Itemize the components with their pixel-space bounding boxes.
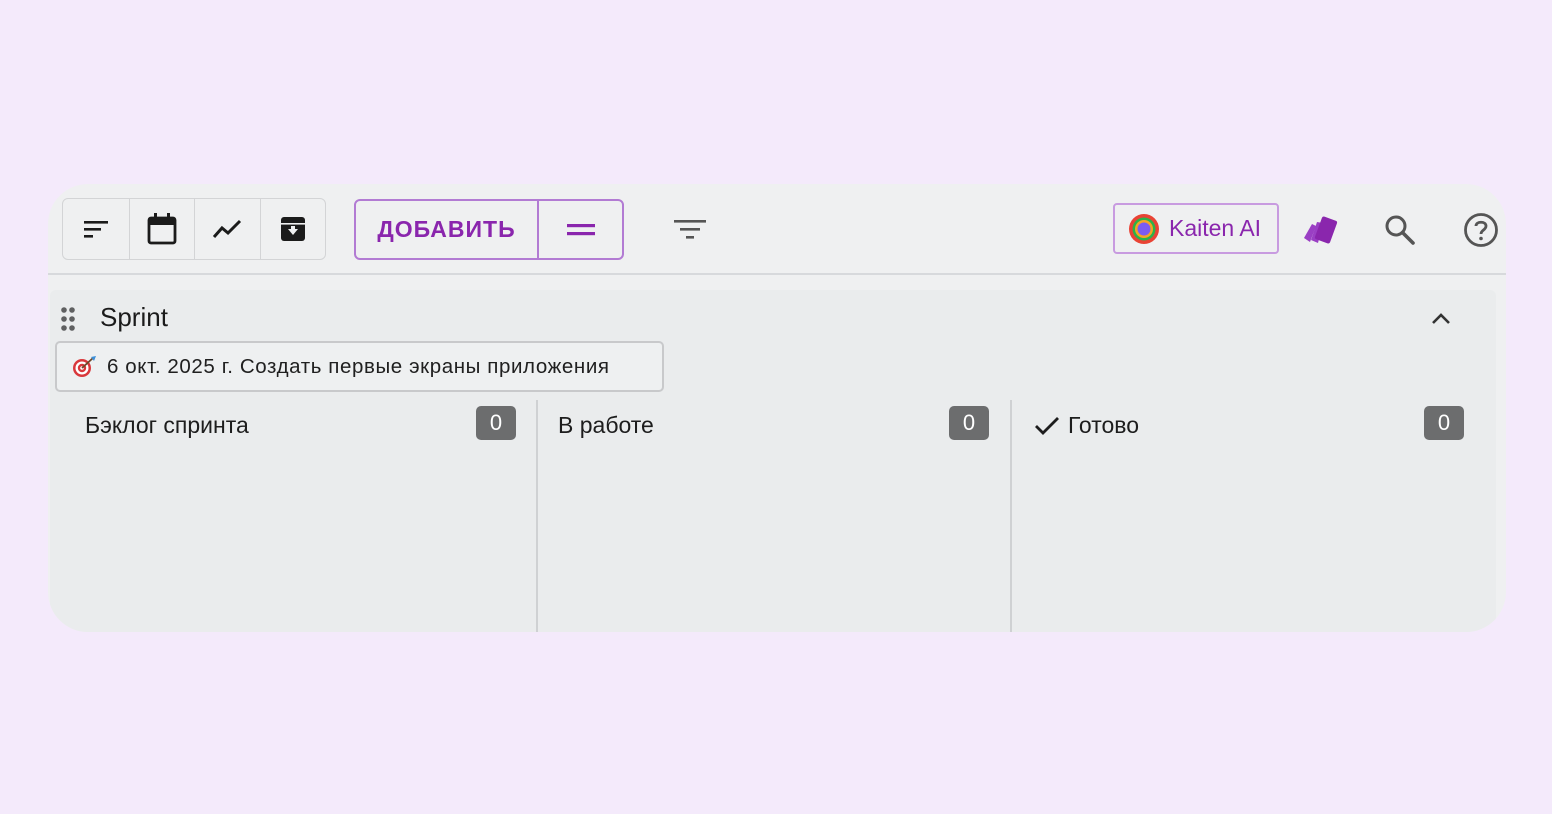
- add-button[interactable]: ДОБАВИТЬ: [356, 201, 539, 258]
- archive-icon: [280, 217, 305, 241]
- search-button[interactable]: [1378, 208, 1422, 252]
- filter-button[interactable]: [670, 212, 710, 248]
- column-title: Бэклог спринта: [85, 412, 249, 439]
- cards-icon: [1304, 216, 1338, 244]
- sort-button[interactable]: [63, 199, 129, 259]
- archive-button[interactable]: [259, 199, 326, 259]
- column-title-text: В работе: [558, 412, 654, 438]
- drag-handle-icon: [61, 307, 75, 331]
- help-button[interactable]: [1459, 208, 1503, 252]
- column-backlog: Бэклог спринта 0: [50, 400, 536, 632]
- sort-icon: [83, 221, 108, 238]
- column-title-text: Готово: [1068, 412, 1140, 438]
- kaiten-ai-label: Kaiten AI: [1169, 215, 1262, 241]
- column-done: Готово 0: [1012, 400, 1496, 632]
- chevron-up-icon: [1432, 313, 1450, 324]
- target-icon: [73, 355, 96, 377]
- filter-icon: [674, 220, 706, 239]
- help-icon: [1464, 213, 1498, 247]
- sprint-goal-text: 6 окт. 2025 г. Создать первые экраны при…: [107, 354, 610, 378]
- view-tools-group: [62, 198, 326, 260]
- count-badge: 0: [949, 406, 989, 440]
- kaiten-ai-logo: [1129, 213, 1159, 244]
- kaiten-ai-button[interactable]: Kaiten AI: [1113, 203, 1279, 254]
- search-icon: [1385, 215, 1415, 245]
- chart-line-icon: [213, 219, 242, 238]
- chart-button[interactable]: [194, 199, 260, 259]
- toolbar: ДОБАВИТЬ Kaiten AI: [48, 184, 1506, 275]
- sprint-board: Sprint 6 окт. 2025 г. Создать первые экр…: [50, 290, 1496, 632]
- board-card: ДОБАВИТЬ Kaiten AI Sprint 6 окт. 2025 г.…: [48, 184, 1506, 632]
- count-badge: 0: [476, 406, 516, 440]
- equal-icon: [566, 223, 595, 235]
- count-badge: 0: [1424, 406, 1464, 440]
- check-icon: [1035, 416, 1059, 435]
- column-in-progress: В работе 0: [538, 400, 1010, 632]
- calendar-icon: [147, 213, 177, 245]
- add-button-group: ДОБАВИТЬ: [354, 199, 624, 260]
- drag-handle[interactable]: [60, 306, 76, 337]
- sprint-goal-chip[interactable]: 6 окт. 2025 г. Создать первые экраны при…: [55, 341, 664, 392]
- column-title: В работе: [558, 412, 654, 439]
- add-menu-button[interactable]: [539, 201, 622, 258]
- collapse-button[interactable]: [1424, 304, 1458, 334]
- column-title: Готово: [1034, 412, 1139, 439]
- calendar-button[interactable]: [128, 199, 195, 259]
- column-title-text: Бэклог спринта: [85, 412, 249, 438]
- cards-button[interactable]: [1298, 208, 1342, 252]
- board-title: Sprint: [100, 302, 168, 332]
